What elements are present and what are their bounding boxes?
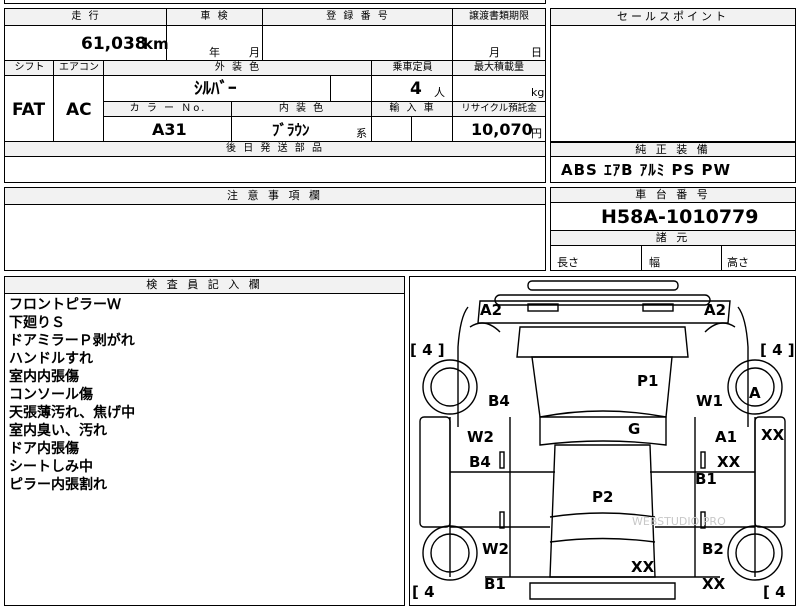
mark-w1: W1 <box>696 392 723 410</box>
mark-w2-top: W2 <box>467 428 494 446</box>
capacity-value: 4 <box>410 79 422 99</box>
mark-xx-bottom-center: XX <box>631 558 655 576</box>
registration-header: 登 録 番 号 <box>263 9 453 26</box>
equipment-value: ABS ｴｱB ｱﾙﾐ PS PW <box>561 161 732 179</box>
dims-title: 諸 元 <box>551 231 795 246</box>
watermark: WEBSTUDIO PRO <box>632 515 726 528</box>
mark-b4-top: B4 <box>488 392 510 410</box>
mark-b1-right: B1 <box>695 470 717 488</box>
equipment-title: 純 正 装 備 <box>551 143 795 157</box>
ac-value: AC <box>66 100 92 120</box>
shift-header: シフト <box>5 61 54 76</box>
int-color-header: 内 装 色 <box>232 102 372 117</box>
ext-color-value: ｼﾙﾊﾞｰ <box>194 79 237 99</box>
recycle-header: リサイクル預託金 <box>453 102 545 117</box>
sales-point-box: セールスポイント <box>550 8 796 142</box>
tire-front-right: [ 4 ] <box>760 341 795 359</box>
inspector-line: ハンドルすれ <box>9 351 93 367</box>
inspector-line: 室内臭い、汚れ <box>9 423 107 439</box>
transfer-header: 譲渡書類期限 <box>453 9 545 26</box>
vehicle-info-table: 走 行 車 検 登 録 番 号 譲渡書類期限 61,038 km 年 月 月 日… <box>4 8 546 183</box>
inspector-box: 検 査 員 記 入 欄 フロントピラーＷ 下廻りＳ ドアミラーＰ剥がれ ハンドルすれ室… <box>4 276 405 606</box>
capacity-cell: 4 人 <box>372 76 453 102</box>
shift-value: FAT <box>12 100 46 120</box>
mark-g: G <box>628 420 641 438</box>
notes-box: 注 意 事 項 欄 <box>4 187 546 271</box>
capacity-header: 乗車定員 <box>372 61 453 76</box>
recycle-value: 10,070 <box>471 120 533 139</box>
width-label: 幅 <box>649 256 660 269</box>
import-header: 輸 入 車 <box>372 102 453 117</box>
color-no-value: A31 <box>152 120 187 139</box>
mark-p1: P1 <box>637 372 659 390</box>
mark-xx-mid: XX <box>717 453 741 471</box>
ac-cell: AC <box>54 76 104 142</box>
mark-p2: P2 <box>592 488 614 506</box>
inspection-cell: 年 月 <box>167 26 263 61</box>
mileage-unit: km <box>143 35 169 53</box>
import-cell-b <box>412 117 453 142</box>
mark-xx-right: XX <box>761 426 785 444</box>
height-label: 高さ <box>727 256 749 269</box>
chassis-title: 車 台 番 号 <box>551 188 795 203</box>
int-color-value: ﾌﾞﾗｳﾝ <box>272 121 310 139</box>
chassis-box: 車 台 番 号 H58A-1010779 諸 元 長さ 幅 高さ <box>550 187 796 271</box>
inspector-line: ピラー内張割れ <box>9 477 107 493</box>
inspector-line: フロントピラーＷ <box>9 297 121 313</box>
color-no-cell: A31 <box>104 117 232 142</box>
ext-color-header: 外 装 色 <box>104 61 372 76</box>
length-label: 長さ <box>557 256 579 269</box>
max-load-header: 最大積載量 <box>453 61 545 76</box>
inspection-header: 車 検 <box>167 9 263 26</box>
mileage-header: 走 行 <box>5 9 167 26</box>
sales-point-title: セールスポイント <box>551 9 795 26</box>
ext-color-extra <box>331 76 372 102</box>
mileage-value: 61,038 <box>81 34 147 54</box>
inspector-line: 天張薄汚れ、焦げ中 <box>9 405 136 421</box>
mark-a2-left: A2 <box>480 301 503 319</box>
equipment-box: 純 正 装 備 ABS ｴｱB ｱﾙﾐ PS PW <box>550 142 796 183</box>
mark-w2-bottom: W2 <box>482 540 509 558</box>
tire-rear-right: [ 4 <box>763 583 786 601</box>
inspector-line: ドア内張傷 <box>9 441 79 457</box>
mark-b2: B2 <box>702 540 724 558</box>
transfer-cell: 月 日 <box>453 26 545 61</box>
registration-cell <box>263 26 453 61</box>
shift-cell: FAT <box>5 76 54 142</box>
inspector-line: 室内内張傷 <box>9 369 79 385</box>
int-color-cell: ﾌﾞﾗｳﾝ 系 <box>232 117 372 142</box>
max-load-cell: kg <box>453 76 545 102</box>
mark-a-wheel: A <box>749 384 761 402</box>
mark-a2-right: A2 <box>704 301 727 319</box>
inspector-lines: フロントピラーＷ 下廻りＳ ドアミラーＰ剥がれ ハンドルすれ 室内内張傷コンソール傷天張… <box>9 296 135 494</box>
import-cell-a <box>372 117 412 142</box>
mark-b4-mid: B4 <box>469 453 491 471</box>
ext-color-cell: ｼﾙﾊﾞｰ <box>104 76 331 102</box>
mark-b1-bottom: B1 <box>484 575 506 593</box>
chassis-value: H58A-1010779 <box>601 206 759 228</box>
mark-xx-bottom-right: XX <box>702 575 726 593</box>
inspector-line: シートしみ中 <box>9 459 93 475</box>
inspector-title: 検 査 員 記 入 欄 <box>5 277 404 294</box>
mileage-cell: 61,038 km <box>5 26 169 61</box>
tire-front-left: [ 4 ] <box>410 341 445 359</box>
later-parts-header: 後 日 発 送 部 品 <box>5 142 545 157</box>
car-diagram: A2 A2 [ 4 ] [ 4 ] P1 B4 W1 A G W2 A1 XX … <box>409 276 796 606</box>
mark-a1: A1 <box>715 428 738 446</box>
top-strip <box>4 0 546 4</box>
inspector-line: ドアミラーＰ剥がれ <box>9 333 135 349</box>
recycle-cell: 10,070 円 <box>453 117 545 142</box>
inspector-line: コンソール傷 <box>9 387 93 403</box>
ac-header: エアコン <box>54 61 104 76</box>
inspector-line: 下廻りＳ <box>9 315 65 331</box>
notes-title: 注 意 事 項 欄 <box>5 188 545 205</box>
color-no-header: カ ラ ー Ｎo. <box>104 102 232 117</box>
tire-rear-left: [ 4 <box>412 583 435 601</box>
